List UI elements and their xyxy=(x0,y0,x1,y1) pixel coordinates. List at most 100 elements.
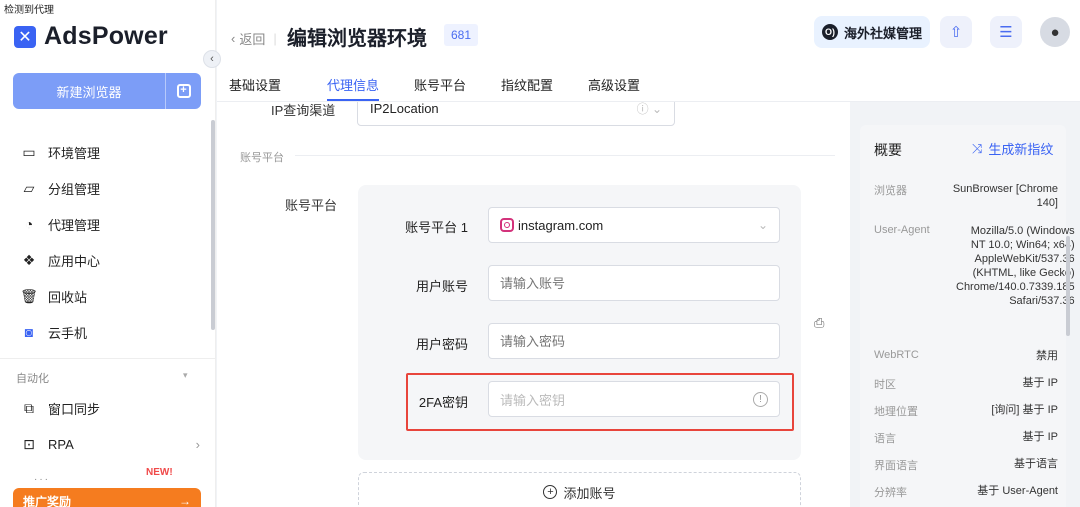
sidebar-item-label: 代理管理 xyxy=(48,217,101,233)
overview-row-resolution: 分辨率 基于 User-Agent xyxy=(874,484,1058,500)
chevron-left-icon: ‹ xyxy=(231,31,236,46)
header-separator: | xyxy=(273,31,277,46)
overview-key: WebRTC xyxy=(874,349,919,361)
platform1-select[interactable]: instagram.com ⌄ xyxy=(488,207,780,243)
tab-fingerprint-config[interactable]: 指纹配置 xyxy=(501,75,553,94)
username-label: 用户账号 xyxy=(415,279,468,294)
list-icon[interactable]: ☰ xyxy=(990,16,1022,48)
generate-fingerprint-button[interactable]: ⤨ 生成新指纹 xyxy=(972,139,1053,158)
overview-row-language: 语言 基于 IP xyxy=(874,430,1058,446)
chevron-left-icon: ‹ xyxy=(210,53,214,65)
proxy-icon: ◔ xyxy=(24,216,34,232)
ip-query-label: IP查询渠道 xyxy=(271,103,336,118)
new-badge: NEW! xyxy=(146,467,173,478)
info-chevron-icon: ⓘ ⌄ xyxy=(636,102,662,116)
top-strip-text: 检测到代理 xyxy=(4,5,54,16)
overview-scrollbar[interactable] xyxy=(1066,236,1070,336)
new-browser-button[interactable]: 新建浏览器 + xyxy=(13,73,201,109)
username-input[interactable] xyxy=(488,265,780,301)
sidebar-item-environments[interactable]: ▭ 环境管理 xyxy=(20,134,200,170)
sidebar-item-cloud-phone[interactable]: ◙ 云手机 xyxy=(20,314,200,350)
sidebar-item-label: 窗口同步 xyxy=(48,401,101,417)
tab-bar: 基础设置 代理信息 账号平台 指纹配置 高级设置 xyxy=(217,64,1080,102)
overview-value: SunBrowser [Chrome 140] xyxy=(952,183,1058,209)
back-label: 返回 xyxy=(239,32,266,47)
overview-key: 分辨率 xyxy=(874,487,907,499)
chevron-down-icon: ⌄ xyxy=(757,218,768,232)
account-panel: 账号平台 1 instagram.com ⌄ 用户账号 用户密码 2FA密钥 请… xyxy=(358,185,801,460)
add-account-button[interactable]: + 添加账号 xyxy=(358,472,801,507)
overview-key: 界面语言 xyxy=(874,460,918,472)
account-platform-label: 账号平台 xyxy=(285,198,338,213)
profile-id-badge: 681 xyxy=(444,24,479,46)
chevron-down-icon[interactable]: ▾ xyxy=(183,370,188,381)
generate-label: 生成新指纹 xyxy=(988,142,1054,157)
sidebar-item-app-center[interactable]: ❖ 应用中心 xyxy=(20,242,200,278)
sidebar-item-rpa[interactable]: ⊡ RPA › xyxy=(20,426,200,462)
more-icon: ··· xyxy=(34,474,50,485)
overview-value: 禁用 xyxy=(1036,350,1058,362)
tab-basic-settings[interactable]: 基础设置 xyxy=(229,75,281,94)
app-logo[interactable]: ✕ AdsPower xyxy=(14,22,168,51)
puzzle-icon: ❖ xyxy=(22,251,36,268)
social-logo-icon: O) xyxy=(822,24,838,40)
clipboard-icon[interactable]: ⎙ xyxy=(814,315,824,331)
browser-window-icon: ▭ xyxy=(22,143,36,160)
sidebar-item-label: 应用中心 xyxy=(48,253,101,269)
overview-row-timezone: 时区 基于 IP xyxy=(874,376,1058,392)
sidebar-item-window-sync[interactable]: ⧉ 窗口同步 xyxy=(20,390,200,426)
new-browser-label: 新建浏览器 xyxy=(56,84,122,100)
batch-add-button[interactable]: + xyxy=(165,73,201,109)
overview-row-browser: 浏览器 SunBrowser [Chrome 140] xyxy=(874,182,1058,210)
section-title: 账号平台 xyxy=(240,152,284,164)
overview-value: 基于 IP xyxy=(1022,377,1058,389)
plus-square-icon: + xyxy=(176,84,191,98)
platform1-label: 账号平台 1 xyxy=(405,220,468,235)
overview-key: 时区 xyxy=(874,379,896,391)
password-input[interactable] xyxy=(488,323,780,359)
avatar[interactable]: ● xyxy=(1040,17,1070,47)
ip-query-select[interactable]: IP2Location ⓘ ⌄ xyxy=(357,102,675,126)
collapse-sidebar-button[interactable]: ‹ xyxy=(203,50,221,68)
cloud-phone-icon: ◙ xyxy=(24,324,34,340)
overview-key: 语言 xyxy=(874,433,896,445)
overview-value: [询问] 基于 IP xyxy=(991,404,1058,416)
folder-icon: ▱ xyxy=(23,179,35,196)
sidebar-scrollbar[interactable] xyxy=(211,120,215,330)
promo-rewards-button[interactable]: 推广奖励 → xyxy=(13,488,201,507)
back-link[interactable]: ‹ 返回 | xyxy=(231,29,277,48)
platform1-value: instagram.com xyxy=(518,217,604,233)
twofa-highlight-box xyxy=(406,373,794,431)
arrow-right-icon: → xyxy=(179,494,191,507)
promo-label: 推广奖励 xyxy=(23,494,72,507)
overview-key: 浏览器 xyxy=(874,185,907,197)
active-tab-indicator xyxy=(327,99,379,101)
sidebar-item-trash[interactable]: 🗑 回收站 xyxy=(20,278,200,314)
sidebar-item-label: 云手机 xyxy=(48,325,88,341)
tab-proxy-info[interactable]: 代理信息 xyxy=(327,75,379,94)
section-divider xyxy=(295,155,835,156)
sidebar-divider xyxy=(0,358,216,359)
rpa-icon: ⊡ xyxy=(23,435,35,452)
sidebar-item-label: 回收站 xyxy=(48,289,88,305)
app-name: AdsPower xyxy=(44,22,168,50)
page-title: 编辑浏览器环境 xyxy=(287,28,427,50)
overview-row-webrtc: WebRTC 禁用 xyxy=(874,349,1058,363)
social-label: 海外社媒管理 xyxy=(844,25,923,41)
overview-key: 地理位置 xyxy=(874,406,918,418)
automation-section-title: 自动化 xyxy=(16,373,49,385)
tab-account-platform[interactable]: 账号平台 xyxy=(414,75,466,94)
tab-advanced-settings[interactable]: 高级设置 xyxy=(588,75,640,94)
form-content: IP查询渠道 IP2Location ⓘ ⌄ 账号平台 账号平台 账号平台 1 … xyxy=(217,102,850,507)
sidebar-item-groups[interactable]: ▱ 分组管理 xyxy=(20,170,200,206)
password-label: 用户密码 xyxy=(415,337,468,352)
overview-key: User-Agent xyxy=(874,224,930,236)
upload-icon[interactable]: ⇧ xyxy=(940,16,972,48)
automation-nav: ⧉ 窗口同步 ⊡ RPA › xyxy=(20,390,200,462)
social-media-management-button[interactable]: O) 海外社媒管理 xyxy=(814,16,930,48)
sidebar-item-proxies[interactable]: ◔ 代理管理 xyxy=(20,206,200,242)
chevron-right-icon: › xyxy=(195,436,200,452)
overview-value: Mozilla/5.0 (Windows NT 10.0; Win64; x64… xyxy=(956,225,1075,307)
sidebar: 检测到代理 ✕ AdsPower 新建浏览器 + ▭ 环境管理 ▱ 分组管理 ◔… xyxy=(0,0,216,507)
window-sync-icon: ⧉ xyxy=(24,399,34,416)
